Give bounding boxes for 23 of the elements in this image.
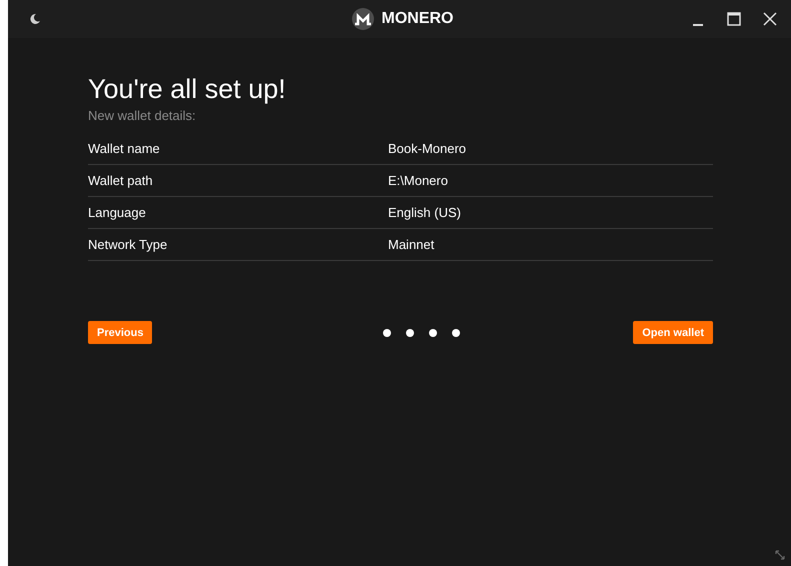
detail-label: Wallet path	[88, 173, 154, 188]
page-subheading: New wallet details:	[88, 108, 197, 123]
minimize-icon	[693, 24, 703, 26]
detail-label: Network Type	[88, 237, 168, 252]
page-heading: You're all set up!	[88, 74, 287, 105]
resize-icon[interactable]	[775, 550, 785, 560]
page-dot	[406, 328, 414, 336]
maximize-icon	[727, 12, 741, 26]
detail-label: Language	[88, 205, 147, 220]
page-dot	[429, 328, 438, 336]
detail-label: Wallet name	[88, 141, 161, 156]
previous-button[interactable]: Previous	[88, 321, 152, 344]
logo-icon	[352, 8, 374, 30]
close-icon	[763, 12, 777, 26]
page-dot	[452, 328, 460, 336]
page-dot	[383, 328, 392, 336]
detail-value: Mainnet	[388, 237, 434, 252]
open-wallet-button[interactable]: Open wallet	[633, 321, 713, 344]
moon-icon	[29, 13, 41, 25]
detail-value: English (US)	[388, 205, 461, 220]
window-title: MONERO	[382, 10, 454, 28]
detail-value: Book-Monero	[388, 141, 466, 156]
detail-value: E:\Monero	[388, 173, 448, 188]
